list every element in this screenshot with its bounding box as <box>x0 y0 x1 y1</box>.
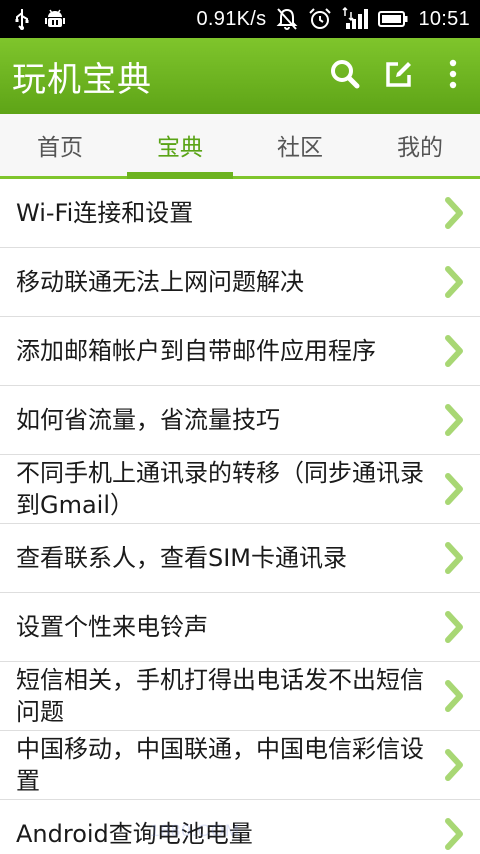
list-item-label: Wi-Fi连接和设置 <box>16 199 194 227</box>
watermark: 1880.COM <box>150 821 241 840</box>
chevron-right-icon <box>442 747 466 783</box>
net-speed: 0.91K/s <box>196 7 267 30</box>
list-item-label: 移动联通无法上网问题解决 <box>16 268 304 296</box>
list-item[interactable]: 查看联系人，查看SIM卡通讯录 <box>0 524 480 593</box>
app-title: 玩机宝典 <box>12 59 152 100</box>
list-item-label: 设置个性来电铃声 <box>16 613 208 641</box>
tab-community[interactable]: 社区 <box>240 114 360 176</box>
list-item[interactable]: Wi-Fi连接和设置 <box>0 179 480 248</box>
guide-list: Wi-Fi连接和设置 移动联通无法上网问题解决 添加邮箱帐户到自带邮件应用程序 … <box>0 179 480 854</box>
alarm-icon <box>308 7 332 31</box>
list-item[interactable]: 设置个性来电铃声 <box>0 593 480 662</box>
chevron-right-icon <box>442 264 466 300</box>
tab-guide[interactable]: 宝典 <box>120 114 240 179</box>
chevron-right-icon <box>442 333 466 369</box>
signal-icon <box>342 7 369 31</box>
list-item-label: 查看联系人，查看SIM卡通讯录 <box>16 544 348 572</box>
list-item-label: 不同手机上通讯录的转移（同步通讯录到Gmail） <box>16 459 424 519</box>
chevron-right-icon <box>442 678 466 714</box>
chevron-right-icon <box>442 402 466 438</box>
overflow-menu-button[interactable] <box>426 38 480 114</box>
overflow-menu-icon <box>448 59 458 93</box>
list-item[interactable]: 如何省流量，省流量技巧 <box>0 386 480 455</box>
list-item-label: 添加邮箱帐户到自带邮件应用程序 <box>16 337 376 365</box>
chevron-right-icon <box>442 195 466 231</box>
screen: 0.91K/s 10:51 玩机宝典 首页 宝典 社区 我的 Wi-Fi连接和设… <box>0 0 480 854</box>
edit-icon <box>384 59 414 93</box>
tab-home[interactable]: 首页 <box>0 114 120 176</box>
action-bar: 玩机宝典 <box>0 38 480 114</box>
list-item[interactable]: 中国移动，中国联通，中国电信彩信设置 <box>0 731 480 800</box>
search-icon <box>330 59 360 93</box>
usb-icon <box>14 8 30 30</box>
search-button[interactable] <box>318 38 372 114</box>
android-debug-icon <box>44 8 66 30</box>
tab-mine[interactable]: 我的 <box>360 114 480 176</box>
list-item-label: 如何省流量，省流量技巧 <box>16 406 280 434</box>
list-item-label: 中国移动，中国联通，中国电信彩信设置 <box>16 735 424 795</box>
edit-button[interactable] <box>372 38 426 114</box>
battery-icon <box>378 10 408 28</box>
chevron-right-icon <box>442 540 466 576</box>
list-item[interactable]: 添加邮箱帐户到自带邮件应用程序 <box>0 317 480 386</box>
status-bar: 0.91K/s 10:51 <box>0 0 480 38</box>
chevron-right-icon <box>442 471 466 507</box>
chevron-right-icon <box>442 816 466 852</box>
chevron-right-icon <box>442 609 466 645</box>
list-item-label: 短信相关，手机打得出电话发不出短信问题 <box>16 666 424 726</box>
clock: 10:51 <box>418 7 470 30</box>
list-item[interactable]: 不同手机上通讯录的转移（同步通讯录到Gmail） <box>0 455 480 524</box>
list-item[interactable]: 移动联通无法上网问题解决 <box>0 248 480 317</box>
tab-bar: 首页 宝典 社区 我的 <box>0 114 480 179</box>
list-item[interactable]: 短信相关，手机打得出电话发不出短信问题 <box>0 662 480 731</box>
notifications-off-icon <box>276 7 298 31</box>
